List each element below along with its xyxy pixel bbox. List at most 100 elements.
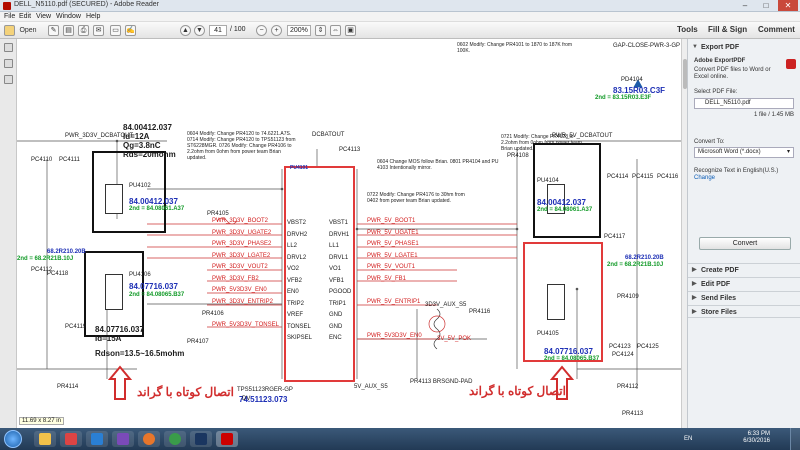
- zoom-select[interactable]: 200%: [287, 25, 311, 36]
- page-total: / 100: [230, 26, 246, 33]
- ic-pin-label: VFB2: [287, 277, 303, 284]
- language-indicator[interactable]: EN: [684, 436, 692, 442]
- minimize-button[interactable]: –: [735, 0, 755, 11]
- menu-edit[interactable]: Edit: [19, 13, 31, 20]
- change-language-link[interactable]: Change: [694, 175, 715, 181]
- pc4121-part-2nd: 2nd = 68.2R21B.10J: [17, 256, 74, 262]
- taskbar-explorer[interactable]: [34, 431, 56, 447]
- part-diode: PD4104: [621, 77, 643, 83]
- part-pu4105: 84.07716.037: [544, 347, 593, 356]
- comment-button[interactable]: Comment: [758, 25, 795, 34]
- zoom-in-icon[interactable]: +: [271, 25, 282, 36]
- start-button[interactable]: [4, 430, 22, 448]
- taskbar-media[interactable]: [86, 431, 108, 447]
- clock-date: 6/30/2016: [743, 438, 770, 444]
- taskbar-firefox[interactable]: [138, 431, 160, 447]
- qg-spec: Qg=3.8nC: [123, 141, 161, 150]
- save-icon[interactable]: ▤: [63, 25, 74, 36]
- export-pdf-header[interactable]: ▼ Export PDF: [688, 41, 800, 54]
- comment-icon[interactable]: ▭: [110, 25, 121, 36]
- selected-file-field[interactable]: DELL_N5110.pdf: [694, 98, 794, 109]
- zoom-out-icon[interactable]: −: [256, 25, 267, 36]
- convert-button[interactable]: Convert: [699, 237, 791, 250]
- store-files-header[interactable]: ▶ Store Files: [688, 305, 800, 318]
- part-pu4102-2nd: 2nd = 84.08061.A37: [129, 206, 185, 212]
- capacitor-label: PC4110: [31, 157, 53, 163]
- taskbar-vs[interactable]: [112, 431, 134, 447]
- open-button[interactable]: Open: [18, 25, 38, 36]
- tools-button[interactable]: Tools: [677, 25, 698, 34]
- taskbar-chrome[interactable]: [164, 431, 186, 447]
- system-clock[interactable]: 6:33 PM 6/30/2016: [743, 431, 770, 445]
- capacitor-label: PC4115: [632, 174, 654, 180]
- page-number-input[interactable]: 41: [209, 25, 227, 36]
- attachment-icon[interactable]: [4, 75, 13, 84]
- net-label: PWR_3D3V_PHASE2: [212, 241, 272, 247]
- part-top-right: 83.15R03.C3F: [613, 86, 666, 95]
- send-files-header[interactable]: ▶ Send Files: [688, 291, 800, 304]
- navigation-pane: [0, 39, 17, 428]
- dropdown-arrow-icon[interactable]: ▾: [787, 148, 790, 155]
- ic-pin-label: DRVL1: [329, 254, 349, 261]
- part-pu4104-2nd: 2nd = 84.08061.A37: [537, 207, 593, 213]
- menu-help[interactable]: Help: [86, 13, 100, 20]
- net-label: PWR_5V_PHASE1: [367, 241, 419, 247]
- close-button[interactable]: ✕: [778, 0, 798, 11]
- collapse-arrow-icon: ▼: [692, 44, 698, 50]
- email-icon[interactable]: ✉: [93, 25, 104, 36]
- firefox-icon: [143, 433, 155, 445]
- resistor-label: PR4105: [207, 211, 229, 217]
- net-label: PWR_5V_VOUT1: [367, 264, 416, 270]
- taskbar-adobe-reader[interactable]: [216, 431, 238, 447]
- capacitor-label: PC4111: [59, 157, 80, 163]
- maximize-button[interactable]: □: [756, 0, 776, 11]
- toolbar: Open ✎ ▤ ⎙ ✉ ▭ ✍ ▲ ▼ 41 / 100 − + 200% ⇕…: [0, 22, 800, 39]
- next-page-icon[interactable]: ▼: [194, 25, 205, 36]
- resistor-label: PR4109: [617, 294, 639, 300]
- fill-sign-button[interactable]: Fill & Sign: [708, 25, 747, 34]
- app-icon: [65, 433, 77, 445]
- resistor-label: PR4113: [622, 411, 644, 417]
- annotation-short-right: اتصال کوتاه با گراند: [469, 384, 566, 398]
- resistor-label: PR4106: [202, 311, 224, 317]
- edit-pdf-header[interactable]: ▶ Edit PDF: [688, 277, 800, 290]
- show-desktop-button[interactable]: [790, 428, 800, 450]
- capacitor-label: PC4125: [637, 344, 659, 350]
- capacitor-label: PC4124: [612, 352, 634, 358]
- ic-pin-label: DRVH2: [287, 231, 308, 238]
- read-mode-icon[interactable]: ▣: [345, 25, 356, 36]
- create-pdf-icon[interactable]: ✎: [48, 25, 59, 36]
- pages-icon[interactable]: [4, 59, 13, 68]
- v-aux-label: 3D3V_AUX_S5: [425, 302, 467, 308]
- dv-label: DV: [242, 396, 251, 402]
- taskbar-photoshop[interactable]: [190, 431, 212, 447]
- menu-view[interactable]: View: [36, 13, 51, 20]
- edit-pdf-label: Edit PDF: [701, 281, 731, 288]
- resistor-label: PR4114: [57, 384, 79, 390]
- taskbar-app[interactable]: [60, 431, 82, 447]
- menu-window[interactable]: Window: [56, 13, 81, 20]
- net-label: PWR_3D3V_VOUT2: [212, 264, 268, 270]
- print-icon[interactable]: ⎙: [78, 25, 89, 36]
- ic-ref: PU4101: [290, 165, 309, 171]
- lock-icon[interactable]: [4, 43, 13, 52]
- title-bar: DELL_N5110.pdf (SECURED) - Adobe Reader …: [0, 0, 800, 12]
- create-pdf-header[interactable]: ▶ Create PDF: [688, 263, 800, 276]
- fit-width-icon[interactable]: ⇔: [330, 25, 341, 36]
- note-0722: 0722 Modify: Change PR4176 to 30hm from …: [367, 192, 465, 204]
- net-label: PWR_3D3V_FB2: [212, 275, 259, 282]
- open-folder-icon[interactable]: [4, 25, 15, 36]
- fit-page-icon[interactable]: ⇕: [315, 25, 326, 36]
- menu-file[interactable]: File: [4, 13, 15, 20]
- taskbar: EN 6:33 PM 6/30/2016: [0, 428, 800, 450]
- convert-format-select[interactable]: Microsoft Word (*.docx): [694, 147, 794, 158]
- capacitor-label: PC4116: [657, 174, 679, 180]
- tools-panel: ▼ Export PDF Adobe ExportPDF Convert PDF …: [687, 39, 800, 428]
- previous-page-icon[interactable]: ▲: [180, 25, 191, 36]
- rdson-spec: Rdson=13.5~16.5mohm: [95, 349, 185, 358]
- capacitor-label: PC4113: [339, 147, 361, 153]
- window-title: DELL_N5110.pdf (SECURED) - Adobe Reader: [14, 1, 160, 8]
- sign-icon[interactable]: ✍: [125, 25, 136, 36]
- document-view[interactable]: PU4101 VBST2 DRVH2 LL2 DRVL2 VO2 VFB2 EN0 TRIP2…: [17, 39, 681, 428]
- export-pdf-label: Export PDF: [701, 44, 740, 51]
